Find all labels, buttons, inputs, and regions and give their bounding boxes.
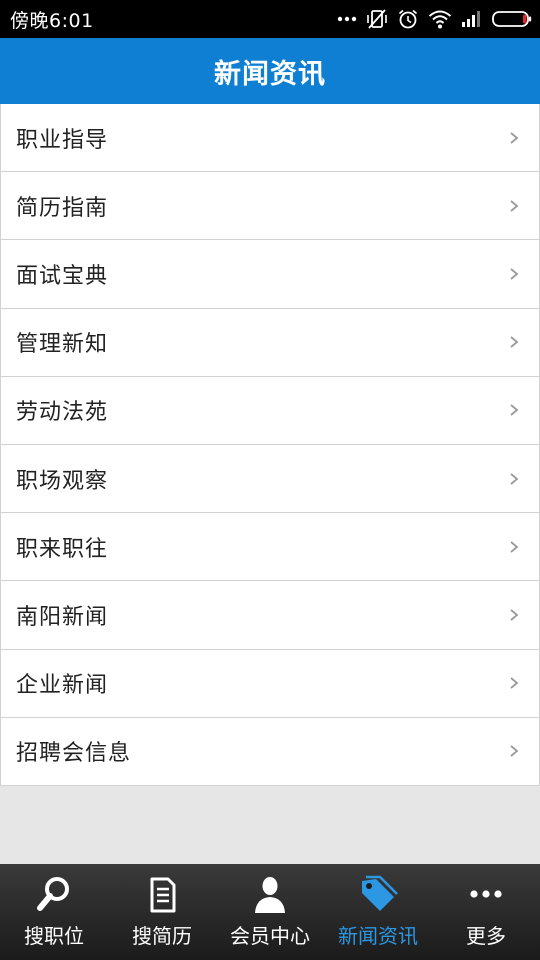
- news-category-list: 职业指导 简历指南 面试宝典 管理新知 劳动法苑 职场观察 职来职往 南阳新闻 …: [0, 104, 540, 786]
- vibrate-off-icon: [367, 9, 387, 29]
- signal-icon: [462, 11, 480, 27]
- status-time: 傍晚6:01: [10, 9, 94, 32]
- chevron-right-icon: [510, 745, 519, 757]
- tab-search-jobs[interactable]: 搜职位: [0, 864, 108, 960]
- tab-label: 会员中心: [230, 924, 310, 948]
- list-item-workplace[interactable]: 职场观察: [0, 444, 540, 514]
- alarm-icon: [398, 9, 418, 29]
- tab-label: 搜职位: [24, 924, 84, 948]
- list-item-label: 简历指南: [16, 195, 109, 221]
- list-item-label: 面试宝典: [16, 263, 109, 289]
- list-item-job-comings-goings[interactable]: 职来职往: [0, 513, 540, 582]
- list-item-resume-guide[interactable]: 简历指南: [0, 172, 540, 241]
- tab-member-center[interactable]: 会员中心: [216, 864, 324, 960]
- chevron-right-icon: [510, 200, 519, 212]
- list-item-career-guidance[interactable]: 职业指导: [0, 104, 540, 173]
- search-icon: [34, 872, 74, 916]
- chevron-right-icon: [510, 609, 519, 621]
- list-item-nanyang-news[interactable]: 南阳新闻: [0, 581, 540, 650]
- tab-more[interactable]: 更多: [432, 864, 540, 960]
- user-icon: [250, 872, 290, 916]
- battery-icon: [492, 11, 532, 27]
- chevron-right-icon: [510, 336, 519, 348]
- list-item-interview-tips[interactable]: 面试宝典: [0, 240, 540, 309]
- tab-label: 搜简历: [132, 924, 192, 948]
- tab-search-resumes[interactable]: 搜简历: [108, 864, 216, 960]
- tab-news[interactable]: 新闻资讯: [324, 864, 432, 960]
- status-bar: 傍晚6:01: [0, 0, 540, 38]
- chevron-right-icon: [510, 131, 519, 144]
- page-title: 新闻资讯: [214, 58, 326, 90]
- more-dots-icon: [337, 16, 357, 22]
- tab-label: 新闻资讯: [338, 924, 418, 948]
- chevron-right-icon: [510, 268, 519, 280]
- list-item-job-fair-info[interactable]: 招聘会信息: [0, 717, 540, 786]
- tag-icon: [358, 872, 398, 916]
- chevron-right-icon: [510, 404, 519, 417]
- bottom-tab-bar: 搜职位 搜简历 会员中心 新闻资讯 更多: [0, 864, 540, 960]
- list-item-label: 职业指导: [16, 127, 109, 153]
- list-item-label: 劳动法苑: [16, 400, 109, 426]
- list-item-label: 南阳新闻: [16, 604, 109, 630]
- chevron-right-icon: [510, 541, 519, 553]
- list-item-label: 招聘会信息: [16, 741, 132, 767]
- chevron-right-icon: [510, 677, 519, 689]
- list-item-company-news[interactable]: 企业新闻: [0, 649, 540, 718]
- chevron-right-icon: [510, 472, 519, 485]
- more-icon: [466, 872, 506, 916]
- list-item-label: 职场观察: [16, 468, 109, 494]
- list-item-label: 企业新闻: [16, 673, 109, 699]
- list-item-management[interactable]: 管理新知: [0, 308, 540, 377]
- list-item-label: 职来职往: [16, 536, 109, 562]
- app-header: 新闻资讯: [0, 38, 540, 104]
- tab-label: 更多: [466, 924, 506, 948]
- list-item-label: 管理新知: [16, 332, 109, 358]
- wifi-icon: [428, 10, 452, 29]
- list-item-labor-law[interactable]: 劳动法苑: [0, 376, 540, 445]
- status-icons: [337, 8, 532, 30]
- document-icon: [142, 872, 182, 916]
